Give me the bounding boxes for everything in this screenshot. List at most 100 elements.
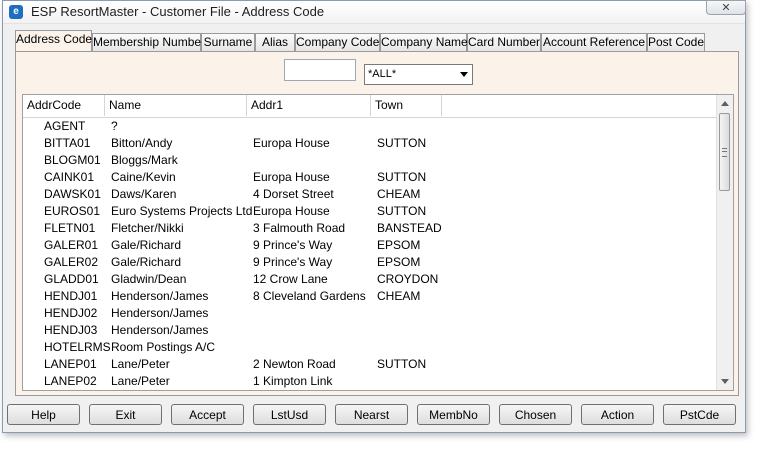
nearst-button[interactable]: Nearst — [335, 404, 408, 425]
cell-addrcode: HOTELRMS — [44, 340, 111, 354]
cell-addr1: 3 Falmouth Road — [253, 221, 346, 235]
cell-town: EPSOM — [377, 238, 421, 252]
table-row[interactable]: DAWSK01 Daws/Karen 4 Dorset Street CHEAM — [23, 186, 717, 203]
help-button[interactable]: Help — [7, 404, 80, 425]
cell-addrcode: GLADD01 — [44, 272, 99, 286]
table-row[interactable]: HOTELRMS Room Postings A/C — [23, 339, 717, 356]
table-row[interactable]: AGENT? — [23, 118, 717, 135]
table-row[interactable]: FLETN01 Fletcher/Nikki 3 Falmouth Road BANS… — [23, 220, 717, 237]
cell-name: Henderson/James — [111, 289, 209, 303]
cell-addr1: 8 Cleveland Gardens — [253, 289, 366, 303]
tab-account-reference[interactable]: Account Reference — [541, 33, 647, 51]
scroll-up-icon[interactable] — [717, 95, 733, 111]
cell-name: ? — [111, 119, 118, 133]
cell-addr1: Europa House — [253, 170, 330, 184]
cell-name: Bitton/Andy — [111, 136, 173, 150]
table-row[interactable]: BITTA01 Bitton/Andy Europa House SUTTON — [23, 135, 717, 152]
cell-name: Caine/Kevin — [111, 170, 176, 184]
cell-addr1: 1 Kimpton Link — [253, 374, 333, 388]
cell-name: Henderson/James — [111, 306, 209, 320]
grip-icon — [722, 148, 727, 157]
cell-addrcode: GALER01 — [44, 238, 99, 252]
table-row[interactable]: GLADD01 Gladwin/Dean 12 Crow Lane CROYDON — [23, 271, 717, 288]
column-header-addrcode[interactable]: AddrCode — [23, 95, 105, 116]
accept-button[interactable]: Accept — [171, 404, 244, 425]
table-row[interactable]: LANEP02 Lane/Peter 1 Kimpton Link — [23, 373, 717, 390]
lstusd-button[interactable]: LstUsd — [253, 404, 326, 425]
cell-town: SUTTON — [377, 136, 427, 150]
filter-select-value: *ALL* — [368, 68, 397, 80]
tab-post-code[interactable]: Post Code — [647, 33, 705, 51]
pstcde-button[interactable]: PstCde — [663, 404, 736, 425]
customer-file-window: e ESP ResortMaster - Customer File - Add… — [2, 0, 746, 433]
cell-name: Gladwin/Dean — [111, 272, 187, 286]
scroll-down-icon[interactable] — [717, 374, 733, 390]
app-icon: e — [9, 5, 23, 19]
table-row[interactable]: HENDJ03 Henderson/James — [23, 322, 717, 339]
cell-addrcode: GALER02 — [44, 255, 99, 269]
chosen-button[interactable]: Chosen — [499, 404, 572, 425]
cell-town: BANSTEAD — [377, 221, 442, 235]
cell-addrcode: HENDJ02 — [44, 306, 98, 320]
cell-name: Room Postings A/C — [111, 340, 216, 354]
cell-addr1: Europa House — [253, 136, 330, 150]
table-row[interactable]: HENDJ01 Henderson/James 8 Cleveland Garden… — [23, 288, 717, 305]
table-row[interactable]: HENDJ02 Henderson/James — [23, 305, 717, 322]
cell-addrcode: FLETN01 — [44, 221, 96, 235]
close-button[interactable]: ✕ — [706, 0, 746, 15]
title-bar: e ESP ResortMaster - Customer File - Add… — [3, 0, 746, 24]
table-row[interactable]: CAINK01 Caine/Kevin Europa House SUTTON — [23, 169, 717, 186]
cell-addrcode: HENDJ01 — [44, 289, 98, 303]
cell-name: Henderson/James — [111, 323, 209, 337]
cell-addrcode: BLOGM01 — [44, 153, 101, 167]
search-input[interactable] — [284, 59, 356, 81]
cell-town: SUTTON — [377, 204, 427, 218]
cell-addrcode: CAINK01 — [44, 170, 95, 184]
table-row[interactable]: BLOGM01 Bloggs/Mark — [23, 152, 717, 169]
cell-addr1: 9 Prince's Way — [253, 255, 333, 269]
cell-addrcode: HENDJ03 — [44, 323, 98, 337]
tab-address-code[interactable]: Address Code — [15, 30, 92, 51]
cell-name: Lane/Peter — [111, 357, 170, 371]
cell-addrcode: EUROS01 — [44, 204, 101, 218]
grid-header: AddrCode Name Addr1 Town — [23, 95, 717, 118]
cell-name: Gale/Richard — [111, 255, 182, 269]
cell-addrcode: DAWSK01 — [44, 187, 101, 201]
column-header-town[interactable]: Town — [371, 95, 442, 116]
cell-name: Fletcher/Nikki — [111, 221, 184, 235]
cell-town: SUTTON — [377, 170, 427, 184]
vertical-scrollbar[interactable] — [716, 95, 733, 390]
filter-select[interactable]: *ALL* — [364, 64, 473, 85]
tab-membership-number[interactable]: Membership Number — [92, 33, 205, 51]
cell-name: Lane/Peter — [111, 374, 170, 388]
cell-name: Bloggs/Mark — [111, 153, 178, 167]
column-header-name[interactable]: Name — [105, 95, 247, 116]
cell-addr1: 9 Prince's Way — [253, 238, 333, 252]
cell-addr1: 4 Dorset Street — [253, 187, 334, 201]
column-header-addr1[interactable]: Addr1 — [247, 95, 371, 116]
button-bar: Help Exit Accept LstUsd Nearst MembNo Ch… — [3, 404, 745, 428]
scroll-thumb[interactable] — [719, 113, 730, 191]
tab-surname[interactable]: Surname — [201, 33, 255, 51]
tab-alias[interactable]: Alias — [255, 33, 295, 51]
exit-button[interactable]: Exit — [89, 404, 162, 425]
cell-addr1: Europa House — [253, 204, 330, 218]
address-code-panel: *ALL* AddrCode Name Addr1 Town AGENT? BIT… — [15, 51, 739, 396]
membno-button[interactable]: MembNo — [417, 404, 490, 425]
cell-name: Gale/Richard — [111, 238, 182, 252]
cell-town: SUTTON — [377, 357, 427, 371]
tab-company-code[interactable]: Company Code — [295, 33, 380, 51]
table-row[interactable]: GALER01 Gale/Richard 9 Prince's Way EPSOM — [23, 237, 717, 254]
customer-grid[interactable]: AddrCode Name Addr1 Town AGENT? BITTA01 Bi… — [22, 94, 734, 391]
cell-name: Daws/Karen — [111, 187, 177, 201]
table-row[interactable]: LANEP01 Lane/Peter 2 Newton Road SUTTON — [23, 356, 717, 373]
action-button[interactable]: Action — [581, 404, 654, 425]
tab-card-number[interactable]: Card Number — [467, 33, 541, 51]
close-icon: ✕ — [721, 2, 731, 14]
cell-town: CHEAM — [377, 187, 421, 201]
cell-town: EPSOM — [377, 255, 421, 269]
table-row[interactable]: EUROS01 Euro Systems Projects Ltd Europa H… — [23, 203, 717, 220]
cell-addr1: 2 Newton Road — [253, 357, 336, 371]
tab-company-name[interactable]: Company Name — [380, 33, 468, 51]
table-row[interactable]: GALER02 Gale/Richard 9 Prince's Way EPSOM — [23, 254, 717, 271]
